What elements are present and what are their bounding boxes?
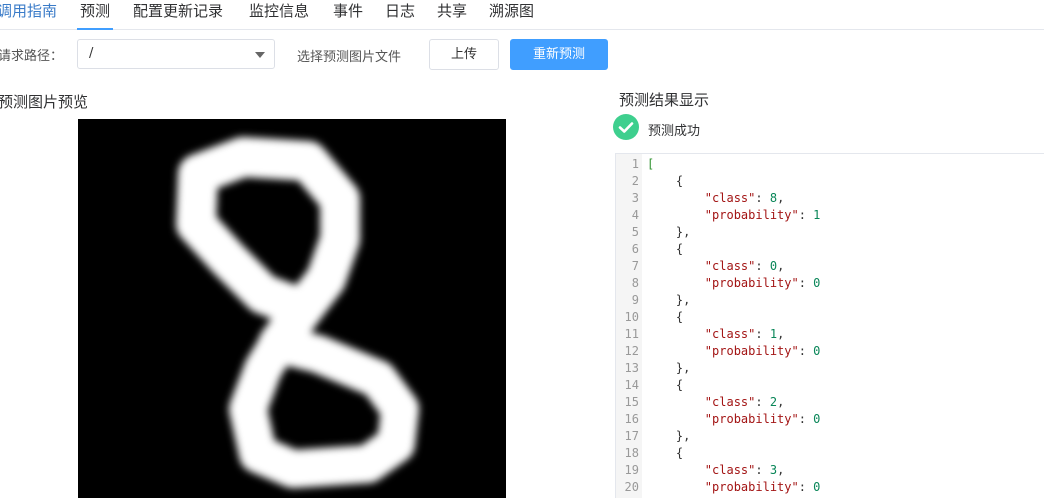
status-text: 预测成功 <box>648 124 701 139</box>
tab-logs[interactable]: 日志 <box>385 0 415 29</box>
tab-lineage[interactable]: 溯源图 <box>489 0 534 29</box>
line-number: 3 <box>631 191 639 205</box>
tab-monitoring[interactable]: 监控信息 <box>249 0 309 29</box>
line-number: 13 <box>624 361 639 375</box>
line-number: 1 <box>631 157 639 171</box>
result-title: 预测结果显示 <box>619 91 710 109</box>
line-content: }, <box>647 225 691 239</box>
check-circle-icon <box>613 114 639 140</box>
line-content: "probability": 0 <box>704 276 821 290</box>
tab-share[interactable]: 共享 <box>437 0 467 29</box>
line-number: 8 <box>631 276 639 290</box>
line-content: [ <box>647 157 655 171</box>
line-content: "class": 2, <box>704 395 785 409</box>
tab-config-history[interactable]: 配置更新记录 <box>133 0 223 29</box>
line-number: 14 <box>624 378 639 392</box>
line-content: }, <box>647 361 691 375</box>
result-json-viewer[interactable]: 1 [2 {3 "class": 8, 4 "probability": 1 5 },… <box>615 153 1044 498</box>
request-path-value: / <box>89 46 94 61</box>
line-number: 9 <box>631 293 639 307</box>
line-number: 5 <box>631 225 639 239</box>
line-content: }, <box>647 429 691 443</box>
line-content: "class": 0, <box>704 259 785 273</box>
line-number: 10 <box>624 310 639 324</box>
line-content: "class": 8, <box>704 191 785 205</box>
line-number: 20 <box>624 480 639 494</box>
line-number: 17 <box>624 429 639 443</box>
upload-button[interactable]: 上传 <box>429 39 499 70</box>
line-content: "class": 1, <box>704 327 785 341</box>
line-number: 6 <box>631 242 639 256</box>
line-content: { <box>647 174 684 188</box>
line-number: 15 <box>624 395 639 409</box>
line-content: { <box>647 446 684 460</box>
line-content: }, <box>647 293 691 307</box>
tab-guide[interactable]: 调用指南 <box>0 0 57 29</box>
line-number: 7 <box>631 259 639 273</box>
line-content: "class": 3, <box>704 463 785 477</box>
handwritten-digit-8-icon <box>176 137 419 488</box>
tab-predict[interactable]: 预测 <box>76 0 114 30</box>
line-number: 18 <box>624 446 639 460</box>
line-content: "probability": 0 <box>704 412 821 426</box>
line-content: { <box>647 378 684 392</box>
line-number: 16 <box>624 412 639 426</box>
line-content: { <box>647 310 684 324</box>
chevron-down-icon <box>255 52 265 58</box>
line-content: "probability": 0 <box>704 344 821 358</box>
request-path-label: 请求路径： <box>0 49 64 64</box>
line-number: 4 <box>631 208 639 222</box>
line-number: 2 <box>631 174 639 188</box>
line-content: "probability": 1 <box>704 208 821 222</box>
tab-bar: 调用指南 预测 配置更新记录 监控信息 事件 日志 共享 溯源图 <box>0 0 1044 30</box>
line-number: 12 <box>624 344 639 358</box>
repredict-button[interactable]: 重新预测 <box>510 39 608 70</box>
request-path-select[interactable]: / <box>77 39 275 69</box>
line-content: { <box>647 242 684 256</box>
file-select-label[interactable]: 选择预测图片文件 <box>297 46 401 65</box>
preview-image <box>78 119 506 498</box>
tab-events[interactable]: 事件 <box>333 0 363 29</box>
preview-title: 预测图片预览 <box>0 93 89 111</box>
line-content: "probability": 0 <box>704 480 821 494</box>
line-number: 11 <box>624 327 639 341</box>
line-number: 19 <box>624 463 639 477</box>
